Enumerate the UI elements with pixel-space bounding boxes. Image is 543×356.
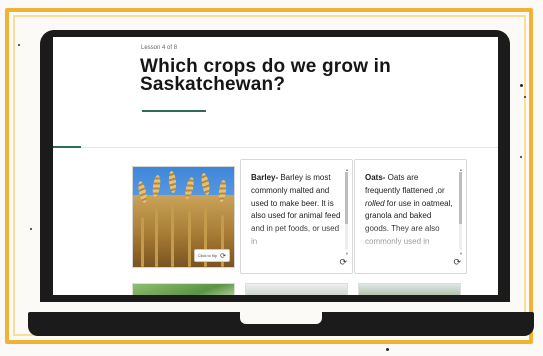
refresh-icon[interactable]: ⟳	[453, 257, 461, 268]
lesson-counter: Lesson 4 of 8	[141, 45, 178, 51]
page-title: Which crops do we grow in Saskatchewan?	[140, 56, 391, 95]
oats-card[interactable]: Oats- Oats are frequently flattened ,or …	[354, 159, 467, 274]
laptop-screen: Lesson 4 of 8 Which crops do we grow in …	[53, 37, 498, 295]
section-divider	[53, 147, 498, 148]
crop-photo-card[interactable]	[132, 283, 235, 295]
decorative-speck	[520, 156, 522, 158]
oats-term: Oats-	[365, 173, 386, 182]
flip-card-button[interactable]: Click to flip ⟳	[193, 249, 230, 262]
refresh-icon[interactable]: ⟳	[339, 257, 347, 268]
chevron-down-icon[interactable]: ▼	[345, 251, 349, 256]
barley-scrollbar[interactable]	[345, 172, 348, 250]
chevron-down-icon[interactable]: ▼	[459, 251, 463, 256]
title-underline	[142, 110, 206, 112]
decorative-speck	[386, 348, 389, 351]
scroll-thumb[interactable]	[345, 172, 348, 224]
section-progress-accent	[53, 146, 81, 148]
flip-label: Click to flip	[197, 253, 218, 258]
refresh-icon: ⟳	[220, 252, 226, 260]
barley-card[interactable]: Barley- Barley is most commonly malted a…	[240, 159, 353, 274]
decorative-speck	[18, 44, 20, 46]
laptop-notch	[240, 312, 322, 324]
crop-photo-card[interactable]	[245, 283, 348, 295]
oats-scrollbar[interactable]	[459, 172, 462, 250]
wheat-photo-card[interactable]: Click to flip ⟳	[132, 166, 235, 268]
crop-photo-card[interactable]	[358, 283, 461, 295]
decorative-speck	[30, 228, 32, 230]
decorative-speck	[520, 84, 523, 87]
scroll-thumb[interactable]	[459, 172, 462, 224]
oats-text-italic: rolled	[365, 198, 385, 208]
decorative-speck	[524, 96, 526, 98]
barley-term: Barley-	[251, 173, 279, 182]
